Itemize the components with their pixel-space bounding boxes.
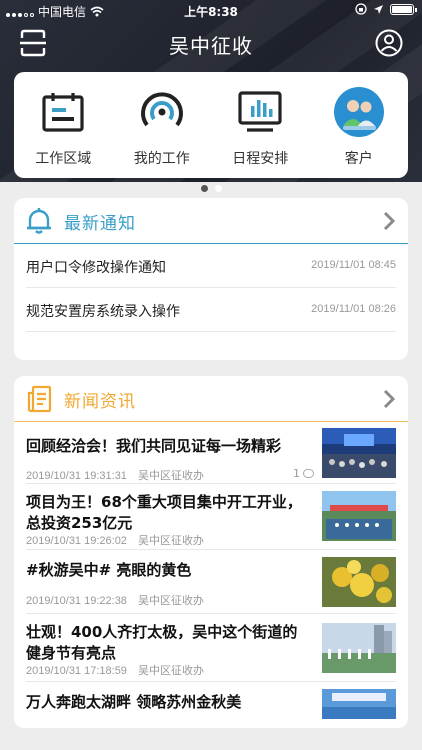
chevron-right-icon[interactable] xyxy=(382,210,396,232)
news-thumbnail xyxy=(322,557,396,607)
profile-icon[interactable] xyxy=(374,28,404,58)
news-item[interactable]: #秋游吴中# 亮眼的黄色 2019/10/31 19:22:38 吴中区征收办 xyxy=(26,550,396,614)
quick-action-schedule[interactable]: 日程安排 xyxy=(215,86,305,168)
news-headline: 项目为王！68个重大项目集中开工开业，总投资253亿元 xyxy=(26,493,302,532)
quick-action-label: 日程安排 xyxy=(232,151,289,167)
news-headline: 回顾经洽会！我们共同见证每一场精彩 xyxy=(26,437,282,455)
customers-icon xyxy=(333,86,385,138)
news-meta: 2019/10/31 19:31:31 吴中区征收办 xyxy=(26,467,212,483)
quick-action-label: 客户 xyxy=(344,151,373,167)
comment-count-value: 1 xyxy=(293,467,300,480)
notices-title: 最新通知 xyxy=(64,213,136,234)
news-thumbnail xyxy=(322,428,396,478)
calendar-board-icon xyxy=(37,86,89,138)
carousel-pager[interactable] xyxy=(0,185,422,192)
notices-header[interactable]: 最新通知 xyxy=(14,198,408,244)
lock-rotation-icon xyxy=(355,3,367,15)
comment-icon xyxy=(303,469,314,478)
quick-action-label: 工作区域 xyxy=(35,151,92,167)
quick-action-work-area[interactable]: 工作区域 xyxy=(18,86,108,168)
monitor-chart-icon xyxy=(234,86,286,138)
news-title: 新闻资讯 xyxy=(64,391,136,412)
news-date: 2019/10/31 19:22:38 xyxy=(26,595,127,607)
signal-target-icon xyxy=(136,86,188,138)
news-headline: #秋游吴中# 亮眼的黄色 xyxy=(26,561,192,579)
news-thumbnail xyxy=(322,623,396,673)
page-title: 吴中征收 xyxy=(169,34,253,58)
notice-item[interactable]: 用户口令修改操作通知 2019/11/01 08:45 xyxy=(26,244,396,288)
news-source: 吴中区征收办 xyxy=(138,595,204,607)
quick-action-my-work[interactable]: 我的工作 xyxy=(117,86,207,168)
news-source: 吴中区征收办 xyxy=(138,470,204,482)
news-meta: 2019/10/31 17:18:59 吴中区征收办 xyxy=(26,662,212,678)
location-icon xyxy=(374,4,383,14)
news-item[interactable]: 项目为王！68个重大项目集中开工开业，总投资253亿元 2019/10/31 1… xyxy=(26,484,396,550)
news-date: 2019/10/31 17:18:59 xyxy=(26,665,127,677)
bell-icon xyxy=(27,208,51,234)
news-item[interactable]: 壮观！400人齐打太极，吴中这个街道的健身节有亮点 2019/10/31 17:… xyxy=(26,614,396,682)
news-meta: 2019/10/31 19:22:38 吴中区征收办 xyxy=(26,592,212,608)
news-date: 2019/10/31 19:26:02 xyxy=(26,535,127,547)
notice-title: 用户口令修改操作通知 xyxy=(26,260,166,276)
news-card: 新闻资讯 回顾经洽会！我们共同见证每一场精彩 2019/10/31 19:31:… xyxy=(14,376,408,728)
battery-icon xyxy=(390,3,417,15)
notice-item[interactable]: 规范安置房系统录入操作 2019/11/01 08:26 xyxy=(26,288,396,332)
news-date: 2019/10/31 19:31:31 xyxy=(26,470,127,482)
newspaper-icon xyxy=(27,385,52,413)
news-meta: 2019/10/31 19:26:02 吴中区征收办 xyxy=(26,532,212,548)
nav-bar: 吴中征收 xyxy=(0,26,422,62)
chevron-right-icon[interactable] xyxy=(382,388,396,410)
quick-action-customers[interactable]: 客户 xyxy=(314,86,404,168)
news-source: 吴中区征收办 xyxy=(138,665,204,677)
comment-count: 1 xyxy=(293,467,314,480)
pager-dot-active[interactable] xyxy=(200,185,208,192)
quick-actions-card: 工作区域 我的工作 日程安排 客户 xyxy=(14,72,408,178)
quick-action-label: 我的工作 xyxy=(133,151,190,167)
news-source: 吴中区征收办 xyxy=(138,535,204,547)
notice-date: 2019/11/01 08:45 xyxy=(311,259,396,271)
status-bar: 中国电信 上午8:38 xyxy=(0,0,422,20)
notice-title: 规范安置房系统录入操作 xyxy=(26,304,180,320)
news-thumbnail xyxy=(322,689,396,719)
news-item[interactable]: 万人奔跑太湖畔 领略苏州金秋美 xyxy=(26,682,396,722)
news-headline: 万人奔跑太湖畔 领略苏州金秋美 xyxy=(26,693,242,711)
notice-date: 2019/11/01 08:26 xyxy=(311,303,396,315)
news-thumbnail xyxy=(322,491,396,541)
notices-card: 最新通知 用户口令修改操作通知 2019/11/01 08:45 规范安置房系统… xyxy=(14,198,408,360)
pager-dot[interactable] xyxy=(214,185,222,192)
news-header[interactable]: 新闻资讯 xyxy=(14,376,408,422)
news-headline: 壮观！400人齐打太极，吴中这个街道的健身节有亮点 xyxy=(26,623,298,662)
news-item[interactable]: 回顾经洽会！我们共同见证每一场精彩 2019/10/31 19:31:31 吴中… xyxy=(26,422,396,484)
